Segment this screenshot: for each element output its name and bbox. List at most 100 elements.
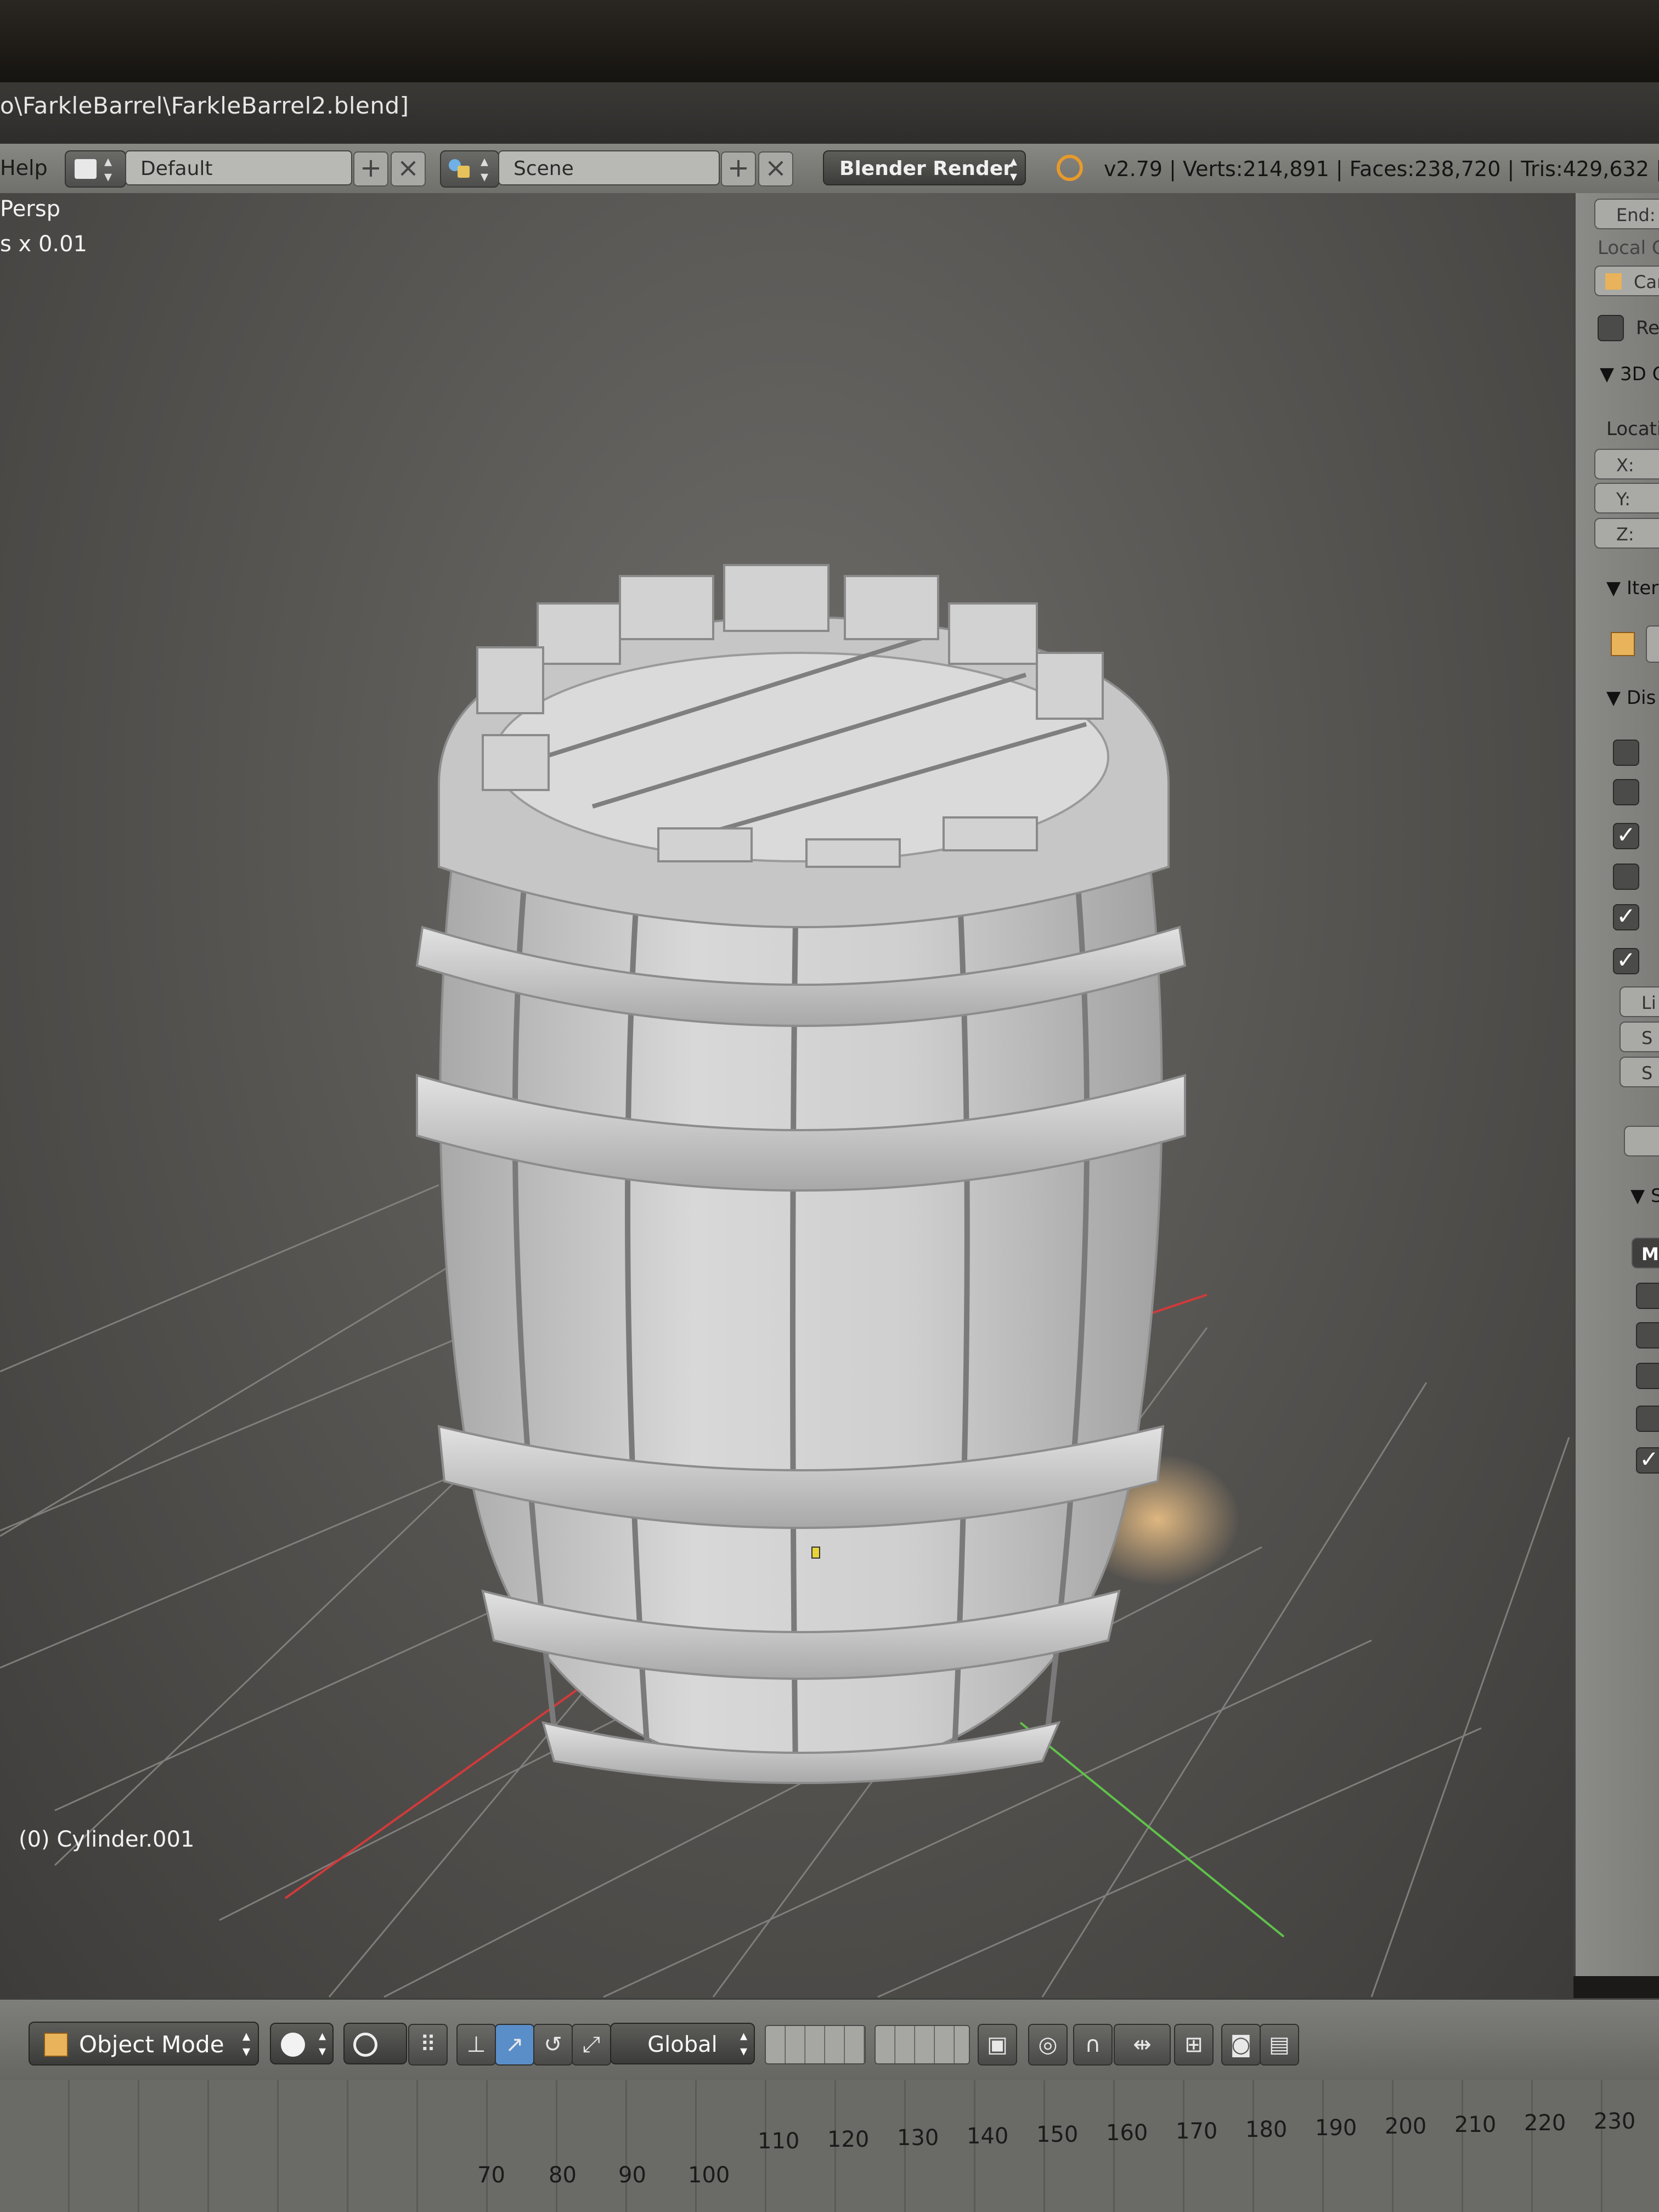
render-engine-dropdown[interactable]: Blender Render ▴ ▾ <box>823 150 1026 185</box>
3d-viewport[interactable]: Persp s x 0.01 (0) Cylinder.001 <box>0 193 1573 1998</box>
shading-checkbox-2[interactable] <box>1636 1322 1659 1348</box>
timeline-tick: 220 <box>1524 2111 1566 2136</box>
cursor-panel-header[interactable]: ▼ 3D C <box>1600 363 1659 385</box>
window-title: o\FarkleBarrel\FarkleBarrel2.blend] <box>0 92 409 119</box>
render-border-label: Re <box>1636 317 1659 339</box>
display-option-checkbox-1[interactable] <box>1613 740 1639 766</box>
timeline-tick: 80 <box>549 2163 577 2188</box>
snap-element-dropdown[interactable]: ⇹ <box>1114 2024 1171 2066</box>
timeline-tick: 120 <box>827 2127 870 2152</box>
display-option-checkbox-5[interactable]: ✓ <box>1613 904 1639 930</box>
timeline-tick: 230 <box>1594 2109 1636 2134</box>
shading-checkbox-3[interactable] <box>1636 1363 1659 1389</box>
cube-icon <box>44 2033 68 2057</box>
layout-name-field[interactable]: Default <box>125 150 352 185</box>
scale-manipulator-icon[interactable]: ⤢ <box>572 2024 611 2066</box>
shading-checkbox-1[interactable] <box>1636 1283 1659 1309</box>
transform-orientation-dropdown[interactable]: Global ▴ ▾ <box>610 2023 755 2064</box>
remove-scene-icon[interactable]: × <box>758 151 793 187</box>
timeline-tick: 200 <box>1385 2114 1427 2139</box>
snap-target-icon[interactable]: ⊞ <box>1174 2024 1214 2066</box>
add-layout-icon[interactable]: + <box>353 151 388 187</box>
interaction-mode-dropdown[interactable]: Object Mode ▴ ▾ <box>29 2022 259 2066</box>
translate-manipulator-icon[interactable]: ↗ <box>495 2024 534 2066</box>
transform-orientation-label: Global <box>647 2032 718 2057</box>
end-frame-field[interactable]: End: <box>1594 199 1659 229</box>
screen-layout-selector-button[interactable]: ▴ ▾ <box>65 150 126 188</box>
remove-layout-icon[interactable]: × <box>391 151 426 187</box>
manipulate-center-icon[interactable]: ⠿ <box>408 2024 448 2066</box>
timeline-tick: 210 <box>1454 2112 1497 2137</box>
scene-selector-button[interactable]: ▴ ▾ <box>440 150 499 188</box>
scene-statistics: v2.79 | Verts:214,891 | Faces:238,720 | … <box>1104 157 1659 181</box>
render-engine-label: Blender Render <box>839 157 1013 180</box>
cube-icon <box>1605 273 1622 290</box>
camera-field-label: Car <box>1634 272 1659 292</box>
blender-logo-icon <box>1057 155 1083 181</box>
chevron-updown-icon: ▴ ▾ <box>740 2028 747 2059</box>
viewport-shading-dropdown[interactable]: ▴ ▾ <box>270 2023 334 2064</box>
chevron-updown-icon: ▴ ▾ <box>481 152 489 185</box>
multitexture-button[interactable]: Mu <box>1632 1238 1659 1268</box>
monitor-bezel <box>0 0 1659 88</box>
add-scene-icon[interactable]: + <box>721 151 756 187</box>
display-field-s2[interactable]: S <box>1620 1057 1659 1087</box>
location-label: Locati <box>1606 418 1659 440</box>
info-header: Help ▴ ▾ Default + × ▴ ▾ Scene + × Blender… <box>0 144 1659 195</box>
lock-layers-icon[interactable]: ▣ <box>978 2024 1017 2066</box>
chevron-updown-icon: ▴ ▾ <box>1009 153 1017 185</box>
object-origin <box>811 1547 820 1559</box>
location-y-field[interactable]: Y: <box>1594 483 1659 514</box>
timeline-tick: 100 <box>688 2163 730 2188</box>
item-name-field[interactable] <box>1646 625 1659 663</box>
chevron-updown-icon: ▴ ▾ <box>318 2028 326 2059</box>
transform-manipulator-icon[interactable]: ⊥ <box>456 2024 496 2066</box>
screen-layout-icon <box>75 159 97 179</box>
shading-header-text: S <box>1651 1185 1659 1207</box>
snap-magnet-icon[interactable]: ∩ <box>1073 2024 1113 2066</box>
timeline-tick: 170 <box>1176 2119 1218 2144</box>
display-option-checkbox-6[interactable]: ✓ <box>1613 948 1639 974</box>
3d-view-header: Object Mode ▴ ▾ ▴ ▾ ⠿ ⊥ ↗ ↺ ⤢ Global ▴ ▾ ▣ … <box>0 1998 1659 2082</box>
location-z-field[interactable]: Z: <box>1594 518 1659 549</box>
opengl-render-image-icon[interactable]: ◙ <box>1221 2024 1261 2066</box>
shading-checkbox-5[interactable]: ✓ <box>1636 1447 1659 1474</box>
timeline-tick: 110 <box>758 2129 800 2154</box>
y-axis-line <box>1019 1722 1285 1938</box>
scene-name-field[interactable]: Scene <box>498 150 720 185</box>
item-panel-header[interactable]: ▼ Iter <box>1606 577 1658 599</box>
scene-layers-grid-1[interactable] <box>765 2025 866 2064</box>
scene-layers-grid-2[interactable] <box>874 2025 970 2064</box>
timeline-tick: 190 <box>1315 2115 1357 2141</box>
active-object-label: (0) Cylinder.001 <box>19 1827 195 1852</box>
opengl-render-animation-icon[interactable]: ▤ <box>1260 2024 1299 2066</box>
shading-checkbox-4[interactable] <box>1636 1406 1659 1432</box>
item-header-text: Iter <box>1626 577 1659 599</box>
timeline-tick: 130 <box>897 2125 939 2151</box>
proportional-edit-icon[interactable]: ◎ <box>1028 2024 1068 2066</box>
window-title-bar: o\FarkleBarrel\FarkleBarrel2.blend] <box>0 82 1659 147</box>
menu-help[interactable]: Help <box>0 156 48 180</box>
rotate-manipulator-icon[interactable]: ↺ <box>533 2024 573 2066</box>
display-toggle-button[interactable] <box>1624 1126 1659 1156</box>
scene-icon-secondary <box>458 166 470 178</box>
display-option-checkbox-2[interactable] <box>1613 779 1639 805</box>
chevron-updown-icon: ▴ ▾ <box>104 152 112 185</box>
display-panel-header[interactable]: ▼ Dis <box>1606 687 1656 709</box>
camera-field[interactable]: Car <box>1594 266 1659 296</box>
display-field-s1[interactable]: S <box>1620 1022 1659 1052</box>
display-option-checkbox-3[interactable]: ✓ <box>1613 823 1639 849</box>
display-option-checkbox-4[interactable] <box>1613 864 1639 890</box>
shading-panel-header[interactable]: ▼ S <box>1630 1185 1659 1207</box>
timeline-tick: 140 <box>967 2124 1009 2149</box>
solid-sphere-icon <box>281 2033 305 2057</box>
timeline-tick: 150 <box>1036 2122 1079 2147</box>
display-field-l[interactable]: Li <box>1620 986 1659 1017</box>
timeline-ruler[interactable]: 70 80 90 100 110 120 130 140 150 160 170 180 190 200 2… <box>0 2080 1659 2212</box>
pivot-icon <box>353 2033 377 2057</box>
local-camera-label: Local C <box>1598 237 1659 259</box>
timeline-tick: 160 <box>1106 2120 1148 2146</box>
pivot-point-dropdown[interactable] <box>343 2023 407 2064</box>
location-x-field[interactable]: X: <box>1594 449 1659 479</box>
render-border-checkbox[interactable] <box>1598 315 1624 341</box>
